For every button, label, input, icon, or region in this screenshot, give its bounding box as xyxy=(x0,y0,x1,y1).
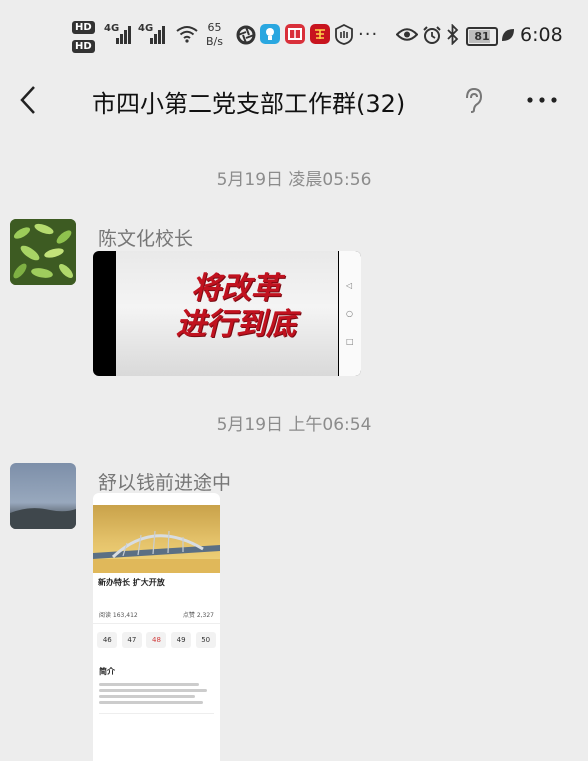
triangle-nav-icon: ◁ xyxy=(346,281,353,290)
wechat-group-chat-screen: HD HD 4G 4G 65 B/s ··· 81 6:08 市四小第二党支部工… xyxy=(0,0,588,761)
battery-indicator: 81 xyxy=(466,27,498,46)
screenshot-stats: 阅读 163,412 点赞 2,327 xyxy=(93,596,220,624)
book-app-icon xyxy=(285,24,305,44)
video-message-thumbnail[interactable]: 将改革 进行到底 ◁ ○ □ xyxy=(93,251,361,376)
message-timestamp: 5月19日 凌晨05:56 xyxy=(216,170,372,190)
video-caption-line: 进行到底 xyxy=(176,307,296,342)
study-app-icon xyxy=(310,24,330,44)
screenshot-comment-bar xyxy=(99,713,214,727)
lightbulb-app-icon xyxy=(260,24,280,44)
screenshot-number: 46 xyxy=(97,632,118,648)
avatar[interactable] xyxy=(10,219,76,285)
screenshot-number: 49 xyxy=(171,632,192,648)
screenshot-number: 48 xyxy=(146,632,167,648)
video-caption-line: 将改革 xyxy=(191,271,281,306)
circle-nav-icon: ○ xyxy=(346,309,353,318)
aperture-app-icon xyxy=(236,25,256,45)
more-options-button[interactable] xyxy=(520,88,564,112)
square-nav-icon: □ xyxy=(346,337,354,346)
plant-avatar-image xyxy=(10,219,76,285)
status-bar: HD HD 4G 4G 65 B/s ··· 81 6:08 xyxy=(0,0,588,68)
network-speed-unit: B/s xyxy=(206,35,223,48)
screenshot-stat: 阅读 163,412 xyxy=(99,612,138,619)
screenshot-banner-image xyxy=(93,505,220,573)
bluetooth-icon xyxy=(447,24,459,45)
avatar[interactable] xyxy=(10,463,76,529)
screenshot-text-line xyxy=(99,701,203,704)
leaf-icon xyxy=(502,29,514,41)
screenshot-number: 47 xyxy=(121,632,142,648)
hd-badge-1: HD xyxy=(72,21,95,34)
network-speed-value: 65 xyxy=(207,21,222,34)
network-speed: 65 B/s xyxy=(206,21,223,49)
back-button[interactable] xyxy=(8,78,48,122)
eye-icon xyxy=(396,28,418,41)
video-frame: 将改革 进行到底 xyxy=(116,251,338,376)
sender-name: 舒以钱前进途中 xyxy=(98,472,232,494)
screenshot-subline xyxy=(93,588,220,596)
screenshot-number-row: 46 47 48 49 50 xyxy=(93,624,220,656)
more-dots-icon xyxy=(527,97,557,103)
chevron-left-icon xyxy=(20,86,35,114)
wifi-icon xyxy=(176,26,198,43)
hd-badge-2: HD xyxy=(72,40,95,53)
screenshot-stat: 点赞 2,327 xyxy=(182,612,214,619)
signal-bars-icon xyxy=(150,24,170,44)
video-nav-strip: ◁ ○ □ xyxy=(339,251,361,376)
screenshot-status-bar xyxy=(93,493,220,505)
hand-shield-icon xyxy=(335,24,353,45)
screenshot-number: 50 xyxy=(195,632,216,648)
video-caption: 将改革 进行到底 xyxy=(161,271,311,343)
screenshot-text-line xyxy=(99,695,195,698)
screenshot-text-line xyxy=(99,689,207,692)
alarm-icon xyxy=(423,26,441,44)
chat-header: 市四小第二党支部工作群(32) xyxy=(0,68,588,132)
screenshot-headline: 新办特长 扩大开放 xyxy=(98,578,165,587)
chat-title: 市四小第二党支部工作群(32) xyxy=(92,90,406,118)
battery-percent: 81 xyxy=(474,30,490,43)
sender-name: 陈文化校长 xyxy=(98,228,194,250)
earpiece-mode-icon xyxy=(466,87,483,113)
image-message-thumbnail[interactable]: 新办特长 扩大开放 阅读 163,412 点赞 2,327 46 47 48 4… xyxy=(93,493,220,761)
sky-avatar-image xyxy=(10,508,76,529)
more-notifications-icon: ··· xyxy=(358,24,379,45)
screenshot-section-title: 简介 xyxy=(99,667,115,676)
bridge-image xyxy=(93,530,220,573)
signal-bars-icon xyxy=(116,24,136,44)
clock-time: 6:08 xyxy=(520,24,563,46)
message-timestamp: 5月19日 上午06:54 xyxy=(216,415,372,435)
screenshot-text-line xyxy=(99,683,199,686)
